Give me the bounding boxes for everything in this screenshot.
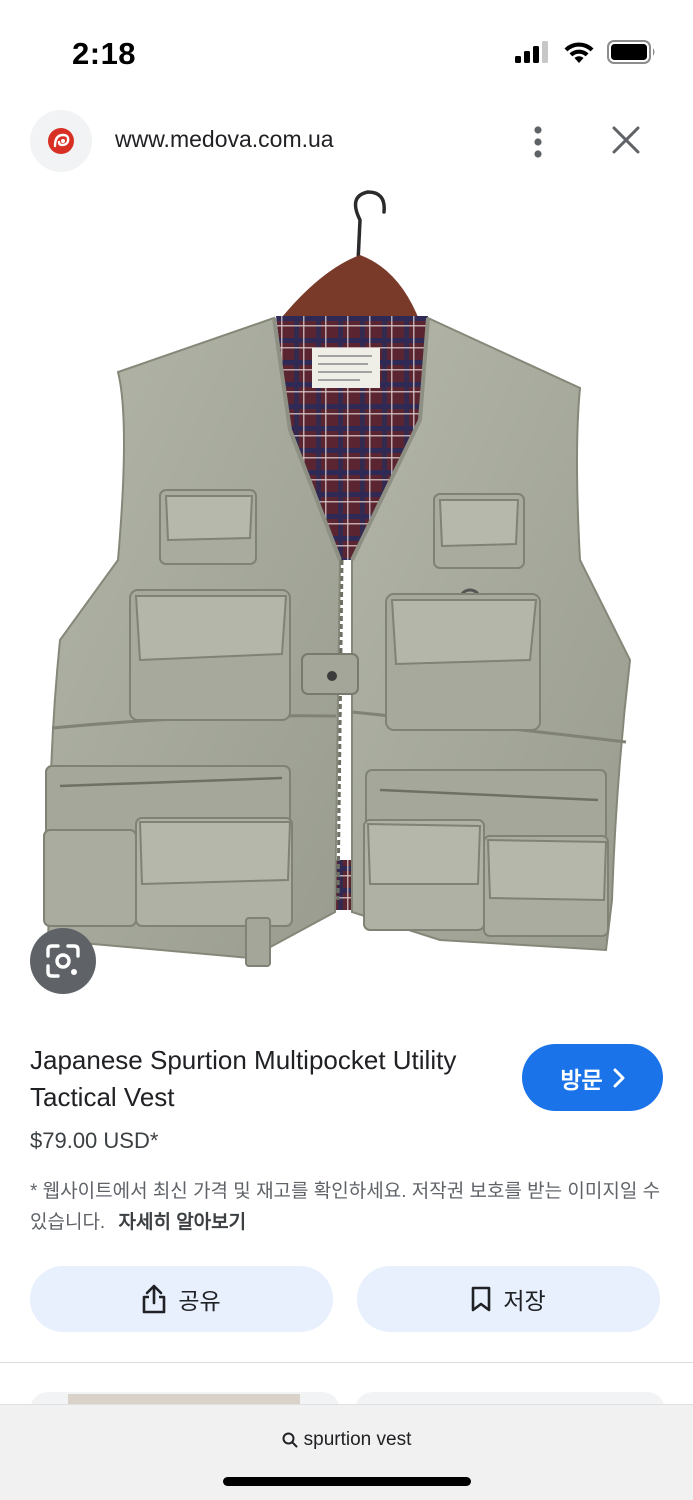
wifi-icon [564, 42, 594, 63]
product-price: $79.00 USD* [30, 1128, 159, 1153]
bottom-search-bar[interactable]: spurtion vest [0, 1404, 693, 1500]
google-lens-button[interactable] [30, 928, 96, 994]
search-icon [282, 1432, 298, 1448]
vest-photo [43, 190, 632, 967]
close-icon[interactable] [606, 120, 646, 160]
chevron-right-icon [613, 1068, 625, 1087]
disclaimer: * 웹사이트에서 최신 가격 및 재고를 확인하세요. 저작권 보호를 받는 이… [30, 1176, 670, 1238]
home-indicator[interactable] [223, 1477, 471, 1486]
product-image[interactable] [0, 180, 693, 1010]
battery-icon [607, 40, 655, 64]
search-query-text: spurtion vest [303, 1429, 412, 1450]
more-vertical-icon[interactable] [524, 122, 552, 162]
google-lens-icon [46, 944, 80, 978]
save-button[interactable]: 저장 [357, 1266, 660, 1332]
status-bar: 2:18 [0, 0, 693, 100]
medova-logo-icon [48, 128, 74, 154]
status-time: 2:18 [72, 36, 137, 71]
visit-button[interactable]: 방문 [522, 1044, 663, 1111]
share-button[interactable]: 공유 [30, 1266, 333, 1332]
status-icons [515, 40, 657, 64]
site-url[interactable]: www.medova.com.ua [115, 126, 334, 153]
save-button-label: 저장 [503, 1288, 546, 1314]
visit-button-label: 방문 [560, 1066, 603, 1093]
share-icon [143, 1284, 166, 1314]
browser-header: www.medova.com.ua [0, 100, 693, 180]
learn-more-link[interactable]: 자세히 알아보기 [118, 1212, 246, 1233]
product-title: Japanese Spurtion Multipocket Utility Ta… [30, 1045, 457, 1112]
bookmark-icon [472, 1286, 491, 1312]
site-logo[interactable] [30, 110, 92, 172]
section-divider [0, 1362, 693, 1363]
search-query[interactable]: spurtion vest [0, 1429, 693, 1451]
signal-icon [515, 41, 548, 63]
share-button-label: 공유 [178, 1288, 221, 1314]
